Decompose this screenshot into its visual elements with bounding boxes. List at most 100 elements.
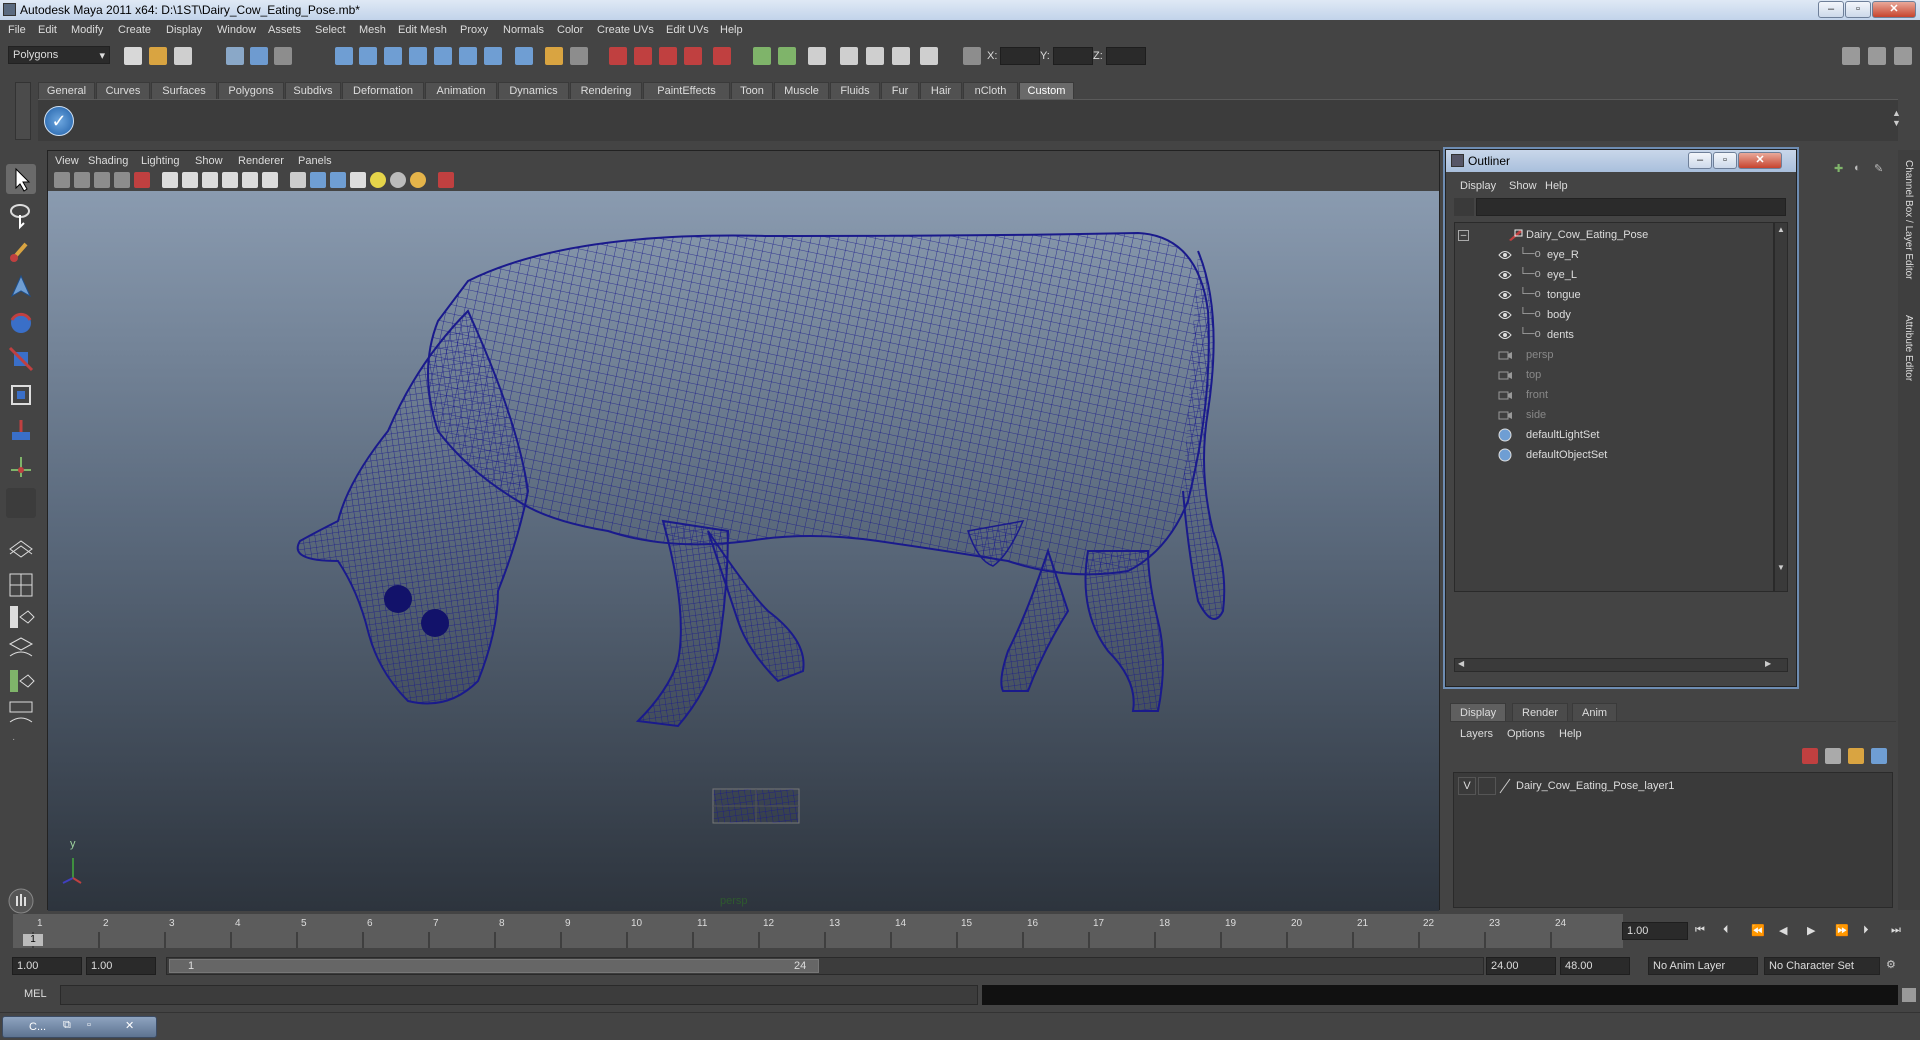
- restore-icon[interactable]: ⧉: [63, 1019, 71, 1032]
- film-gate-icon[interactable]: [134, 172, 150, 188]
- textured-icon[interactable]: [350, 172, 366, 188]
- layer-playback-toggle[interactable]: [1478, 777, 1496, 795]
- history-icon[interactable]: [484, 47, 502, 65]
- snap-plane-icon[interactable]: [409, 47, 427, 65]
- tab-animation[interactable]: Animation: [425, 82, 497, 99]
- y-field[interactable]: [1053, 47, 1093, 65]
- viewport-canvas[interactable]: y persp: [48, 191, 1439, 911]
- hypershade-persp-layout-icon[interactable]: [6, 666, 36, 696]
- menu-help[interactable]: Help: [720, 24, 743, 36]
- graph-persp-layout-icon[interactable]: [6, 698, 36, 728]
- outliner-item[interactable]: Dairy_Cow_Eating_Pose: [1455, 225, 1755, 245]
- outliner-maximize-button[interactable]: ▫: [1713, 152, 1737, 169]
- select-component-icon[interactable]: [274, 47, 292, 65]
- layer-editor-icon[interactable]: [920, 47, 938, 65]
- outliner-item[interactable]: └─o eye_L: [1455, 265, 1755, 285]
- safe-frame-icon[interactable]: [182, 172, 198, 188]
- tab-display-layers[interactable]: Display: [1450, 703, 1507, 721]
- half-circle-icon[interactable]: ◐: [1854, 162, 1861, 174]
- playback-start-field[interactable]: 1.00: [86, 957, 156, 975]
- scroll-left-icon[interactable]: ◀: [1458, 659, 1464, 668]
- tab-toon[interactable]: Toon: [731, 82, 773, 99]
- menu-edit-mesh[interactable]: Edit Mesh: [398, 24, 447, 36]
- maximize-button[interactable]: ▫: [1845, 1, 1871, 18]
- layer-menu-options[interactable]: Options: [1507, 728, 1545, 740]
- lasso-tool-icon[interactable]: [6, 200, 36, 230]
- move-tool-icon[interactable]: [6, 272, 36, 302]
- toggle-sidebar-icon[interactable]: [1842, 47, 1860, 65]
- time-slider[interactable]: 1 2 3 4 5 6 7 8 9 10 11 12 13 14 15 16 17 18 19 20 21 22 23 24 …: [13, 914, 1623, 948]
- menu-select[interactable]: Select: [315, 24, 346, 36]
- select-tool-icon[interactable]: [6, 164, 36, 194]
- all-lights-icon[interactable]: [390, 172, 406, 188]
- save-scene-icon[interactable]: [174, 47, 192, 65]
- wireframe-mode-icon[interactable]: [290, 172, 306, 188]
- step-back-key-icon[interactable]: ⏪: [1751, 924, 1765, 937]
- snap-live-icon[interactable]: [459, 47, 477, 65]
- tab-general[interactable]: General: [38, 82, 95, 99]
- rotate-tool-icon[interactable]: [6, 308, 36, 338]
- hypershade-icon[interactable]: [684, 47, 702, 65]
- outliner-menu-display[interactable]: Display: [1460, 180, 1496, 192]
- plus-icon[interactable]: ✚: [1834, 162, 1843, 175]
- step-back-icon[interactable]: ⏴: [1723, 924, 1729, 937]
- shelf-scroll-icon[interactable]: ▲ ▼: [1892, 108, 1902, 136]
- tab-polygons[interactable]: Polygons: [218, 82, 284, 99]
- outliner-item[interactable]: └─o dents: [1455, 325, 1755, 345]
- menu-mesh[interactable]: Mesh: [359, 24, 386, 36]
- tab-fur[interactable]: Fur: [881, 82, 919, 99]
- maximize-icon[interactable]: ▫: [87, 1019, 91, 1031]
- tab-hair[interactable]: Hair: [920, 82, 962, 99]
- paint-select-icon[interactable]: [6, 236, 36, 266]
- outliner-persp-layout-icon[interactable]: [6, 602, 36, 632]
- open-scene-icon[interactable]: [149, 47, 167, 65]
- play-backward-icon[interactable]: ◀: [1779, 924, 1787, 937]
- render-view-icon[interactable]: [713, 47, 731, 65]
- play-forward-icon[interactable]: ▶: [1807, 924, 1815, 937]
- input-ops-icon[interactable]: [570, 47, 588, 65]
- toggle-tool-icon[interactable]: [1894, 47, 1912, 65]
- camera-attr-icon[interactable]: [74, 172, 90, 188]
- tab-anim-layers[interactable]: Anim: [1572, 703, 1618, 721]
- universal-manip-icon[interactable]: [6, 380, 36, 410]
- layout2-icon[interactable]: [778, 47, 796, 65]
- mel-label[interactable]: MEL: [24, 988, 47, 1000]
- minimized-window[interactable]: C... ⧉ ▫ ✕: [2, 1016, 157, 1038]
- shelf-menu-button[interactable]: [15, 82, 31, 140]
- snap-grid-icon[interactable]: [335, 47, 353, 65]
- last-tool-icon[interactable]: [6, 488, 36, 518]
- gate-mask-icon[interactable]: [222, 172, 238, 188]
- layer-menu-layers[interactable]: Layers: [1460, 728, 1493, 740]
- render-settings-icon[interactable]: [659, 47, 677, 65]
- smooth-shade-icon[interactable]: [310, 172, 326, 188]
- snap-curve-icon[interactable]: [359, 47, 377, 65]
- minimize-button[interactable]: –: [1818, 1, 1844, 18]
- tab-deformation[interactable]: Deformation: [342, 82, 424, 99]
- menu-modify[interactable]: Modify: [71, 24, 103, 36]
- scale-tool-icon[interactable]: [6, 344, 36, 374]
- field-chart-icon[interactable]: [242, 172, 258, 188]
- menu-create-uvs[interactable]: Create UVs: [597, 24, 654, 36]
- end-time-field[interactable]: 48.00: [1560, 957, 1630, 975]
- resolution-gate-icon[interactable]: [202, 172, 218, 188]
- current-frame-marker[interactable]: 1: [23, 934, 43, 946]
- persp-graph-layout-icon[interactable]: [6, 634, 36, 664]
- tab-ncloth[interactable]: nCloth: [963, 82, 1018, 99]
- hand-tool-icon[interactable]: [6, 886, 36, 916]
- outliner-item[interactable]: front: [1455, 385, 1755, 405]
- anim-layer-dropdown[interactable]: No Anim Layer: [1648, 957, 1758, 975]
- vp-menu-renderer[interactable]: Renderer: [238, 155, 284, 167]
- tab-fluids[interactable]: Fluids: [830, 82, 880, 99]
- outliner-item[interactable]: side: [1455, 405, 1755, 425]
- tool-settings-icon[interactable]: [840, 47, 858, 65]
- x-field[interactable]: [1000, 47, 1040, 65]
- outliner-item[interactable]: top: [1455, 365, 1755, 385]
- show-manip-icon[interactable]: [6, 452, 36, 482]
- render-frame-icon[interactable]: [609, 47, 627, 65]
- pen-icon[interactable]: ✎: [1874, 162, 1883, 175]
- outliner-icon[interactable]: [892, 47, 910, 65]
- checkmark-shelf-icon[interactable]: ✓: [44, 106, 74, 136]
- layout-icon[interactable]: [753, 47, 771, 65]
- outliner-item[interactable]: defaultObjectSet: [1455, 445, 1755, 465]
- current-time-field[interactable]: 1.00: [1622, 922, 1688, 940]
